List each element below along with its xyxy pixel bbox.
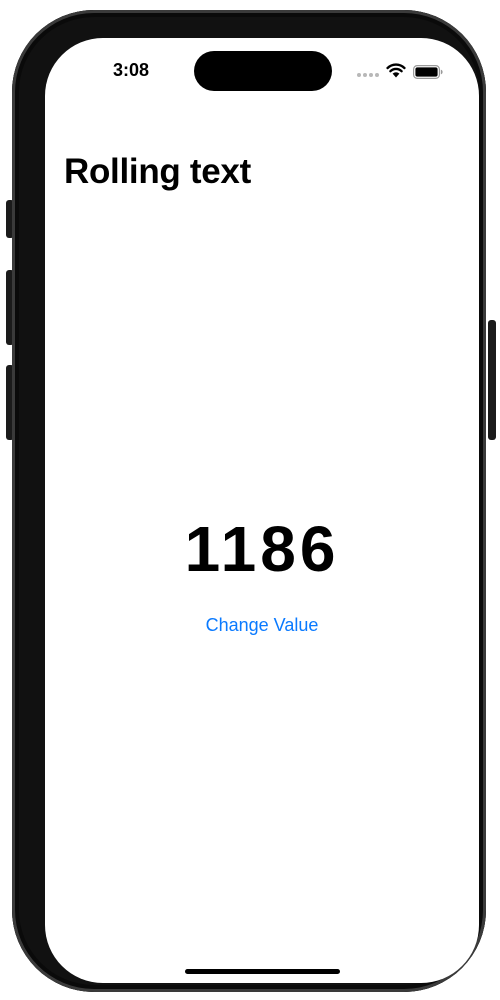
app-screen: 3:08 Rolling text 1186 Change Value bbox=[45, 38, 479, 983]
phone-frame: 3:08 Rolling text 1186 Change Value bbox=[12, 10, 486, 992]
status-time: 3:08 bbox=[112, 60, 150, 80]
rolling-value-display: 1186 bbox=[184, 513, 340, 585]
change-value-button[interactable]: Change Value bbox=[187, 611, 337, 639]
wifi-icon bbox=[386, 63, 406, 78]
cellular-dots-icon bbox=[357, 73, 381, 77]
page-title: Rolling text bbox=[64, 152, 251, 191]
dynamic-island bbox=[194, 51, 332, 91]
power-side-button bbox=[488, 320, 496, 440]
device-mockup: 3:08 Rolling text 1186 Change Value bbox=[0, 0, 500, 1000]
home-indicator[interactable] bbox=[185, 969, 340, 974]
battery-icon bbox=[413, 65, 443, 79]
